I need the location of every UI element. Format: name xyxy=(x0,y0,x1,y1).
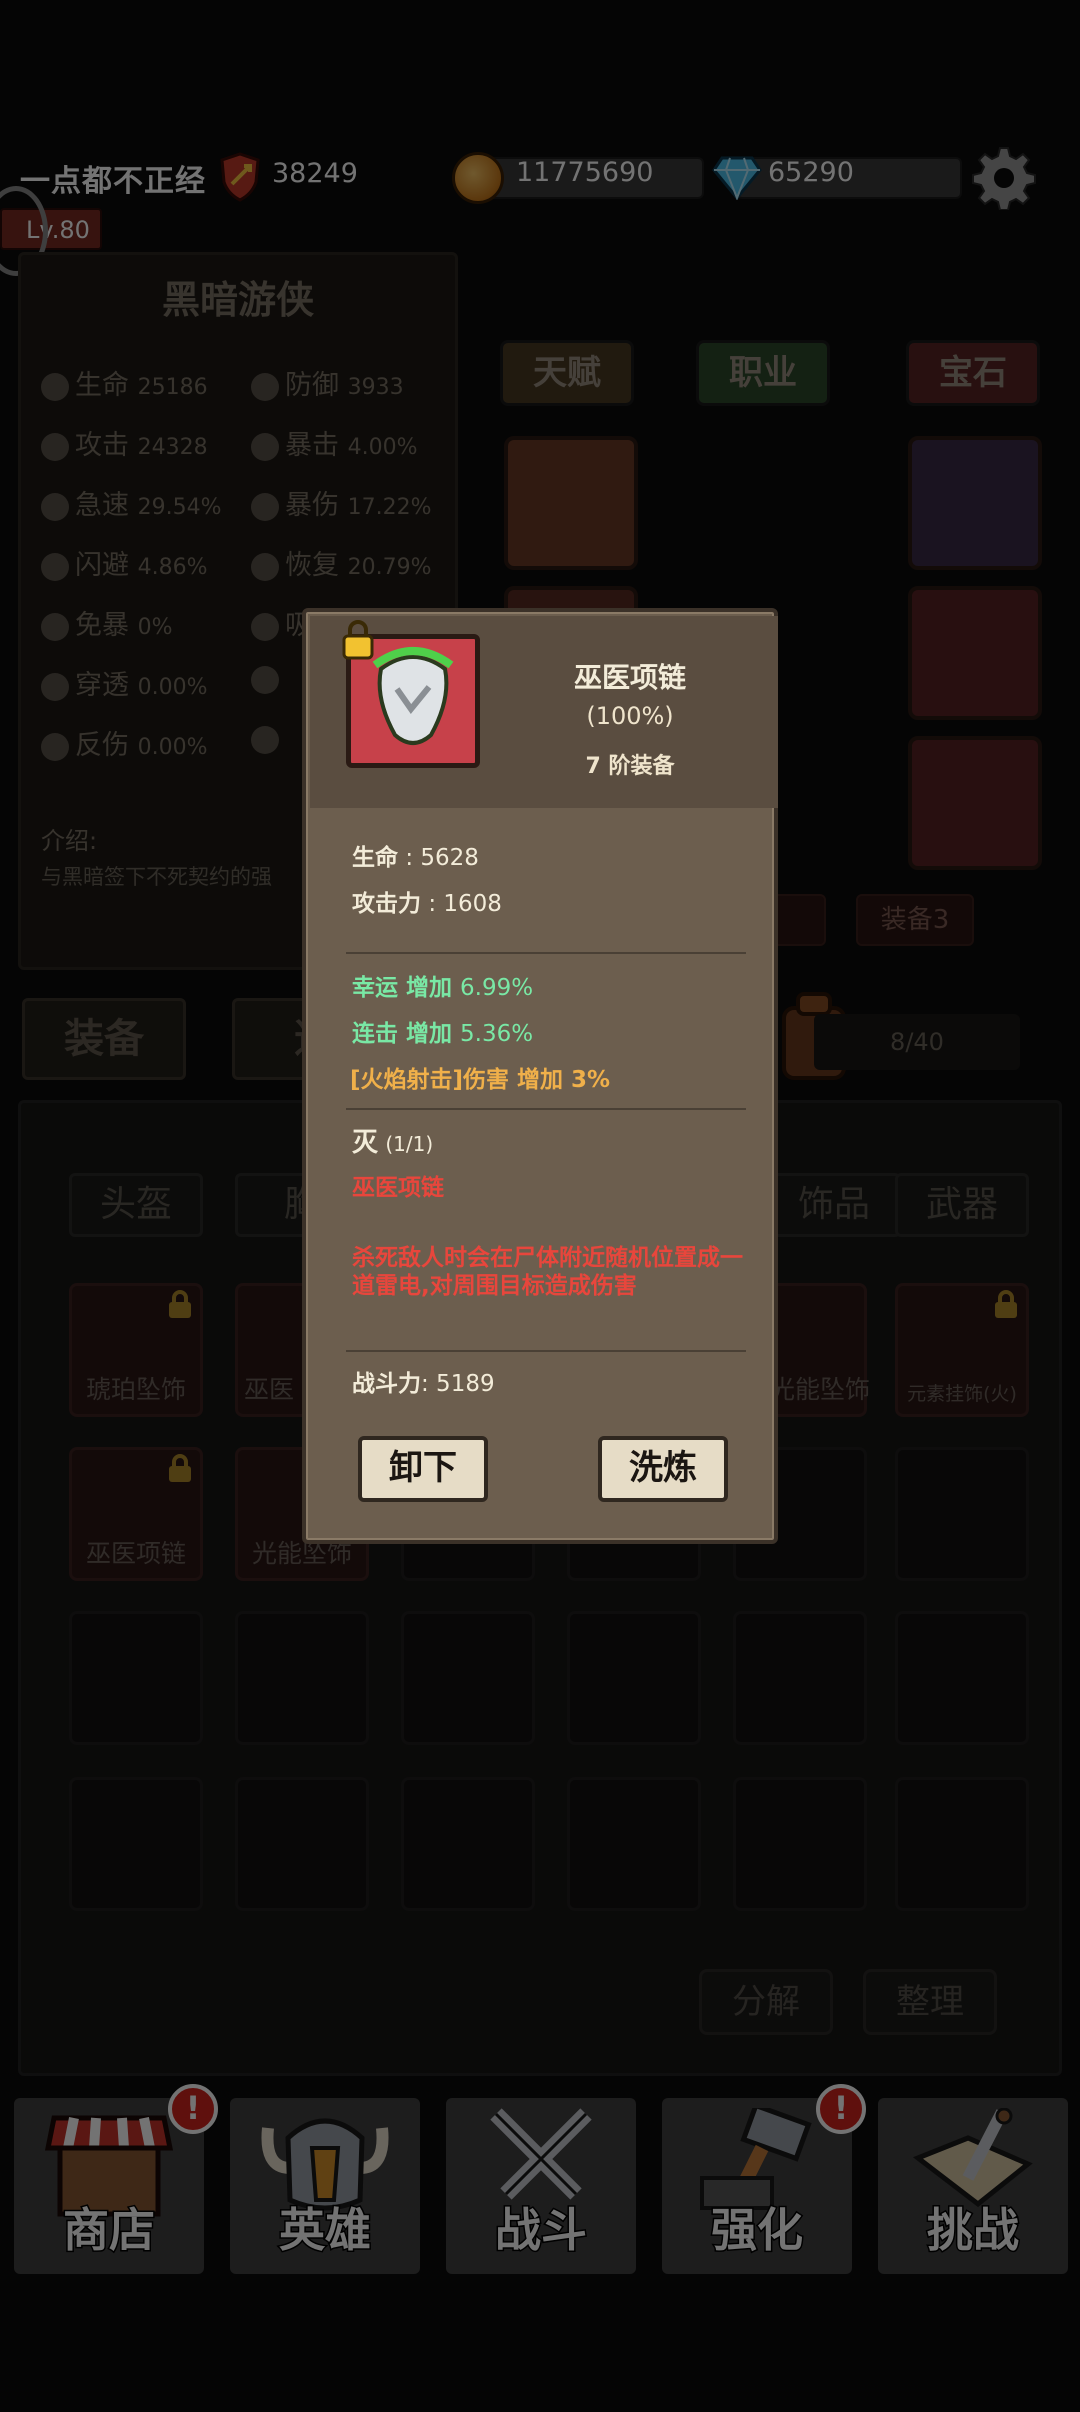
item-detail-popup: 巫医项链 (100%) 7 阶装备 生命 : 5628 攻击力 : 1608 幸… xyxy=(302,608,778,1544)
intro-text: 与黑暗签下不死契约的强 xyxy=(41,865,272,889)
inventory-item[interactable]: 光能坠饰 xyxy=(767,1283,870,1417)
category-accessory[interactable]: 饰品 xyxy=(767,1173,901,1237)
equip-preset-3[interactable]: 装备3 xyxy=(856,894,974,946)
player-name: 一点都不正经 xyxy=(20,164,206,199)
stat-def: 防御 3933 xyxy=(251,363,404,402)
inventory-item[interactable]: 巫医项链 xyxy=(69,1447,203,1581)
bonus-combo: 连击 增加 5.36% xyxy=(352,1021,534,1047)
inventory-slot-empty[interactable] xyxy=(235,1777,369,1911)
divider xyxy=(346,1350,746,1352)
tab-gem[interactable]: 宝石 xyxy=(906,340,1040,406)
category-helmet[interactable]: 头盔 xyxy=(69,1173,203,1237)
base-stat-hp: 生命 : 5628 xyxy=(352,845,479,871)
bonus-luck: 幸运 增加 6.99% xyxy=(352,975,534,1001)
set-description: 杀死敌人时会在尸体附近随机位置成一道雷电,对周围目标造成伤害 xyxy=(352,1245,743,1299)
item-tier: 7 阶装备 xyxy=(585,754,675,779)
diamond-icon xyxy=(712,156,762,200)
coin-icon xyxy=(452,152,504,204)
hero-name: 黑暗游侠 xyxy=(161,278,314,322)
unequip-button[interactable]: 卸下 xyxy=(358,1436,488,1502)
inventory-slot-empty[interactable] xyxy=(733,1777,867,1911)
stat-atk: 攻击 24328 xyxy=(41,423,208,462)
special-effect: [火焰射击]伤害 增加 3% xyxy=(350,1067,611,1093)
inventory-slot-empty[interactable] xyxy=(895,1611,1029,1745)
lock-icon[interactable] xyxy=(340,620,376,660)
stat-hp: 生命 25186 xyxy=(41,363,208,402)
divider xyxy=(346,952,746,954)
inventory-item[interactable]: 元素挂饰(火) xyxy=(895,1283,1029,1417)
item-name: 巫医项链 xyxy=(573,661,686,694)
equip-slot-necklace[interactable] xyxy=(908,586,1042,720)
inventory-slot-empty[interactable] xyxy=(235,1611,369,1745)
base-stat-atk: 攻击力 : 1608 xyxy=(352,891,502,917)
stat-crit: 暴击 4.00% xyxy=(251,423,417,462)
divider xyxy=(346,1108,746,1110)
intro-label: 介绍: xyxy=(41,827,98,855)
equip-slot-ring[interactable] xyxy=(908,436,1042,570)
top-bar: 一点都不正经 38249 11775690 65290 Lv.80 xyxy=(0,140,1080,250)
gem-value: 65290 xyxy=(768,157,854,188)
tab-talent[interactable]: 天赋 xyxy=(500,340,634,406)
combat-power: 战斗力: 5189 xyxy=(352,1371,495,1397)
alert-badge: ! xyxy=(816,2084,866,2134)
stat-pierce: 穿透 0.00% xyxy=(41,663,207,702)
inventory-slot-empty[interactable] xyxy=(567,1777,701,1911)
power-value: 38249 xyxy=(272,158,358,189)
popup-header: 巫医项链 (100%) 7 阶装备 xyxy=(310,616,778,808)
inventory-slot-empty[interactable] xyxy=(401,1611,535,1745)
nav-upgrade[interactable]: 强化 ! xyxy=(662,2084,866,2274)
inventory-item[interactable]: 琥珀坠饰 xyxy=(69,1283,203,1417)
refine-button[interactable]: 洗炼 xyxy=(598,1436,728,1502)
stat-regen: 恢复 20.79% xyxy=(251,543,431,582)
stat-reflect: 反伤 0.00% xyxy=(41,723,207,762)
inventory-slot-empty[interactable] xyxy=(895,1447,1029,1581)
stat-combo xyxy=(251,723,285,754)
inventory-slot-empty[interactable] xyxy=(69,1777,203,1911)
set-header: 灭 (1/1) xyxy=(352,1128,434,1158)
item-quality-percent: (100%) xyxy=(586,702,674,730)
category-weapon[interactable]: 武器 xyxy=(895,1173,1029,1237)
shield-icon xyxy=(220,152,260,202)
nav-hero[interactable]: 英雄 xyxy=(230,2098,420,2274)
equip-slot-weapon[interactable] xyxy=(908,736,1042,870)
lock-icon xyxy=(169,1290,191,1318)
lock-icon xyxy=(169,1454,191,1482)
sort-button[interactable]: 整理 xyxy=(863,1969,997,2035)
nav-challenge[interactable]: 挑战 xyxy=(878,2098,1068,2274)
nav-shop[interactable]: 商店 ! xyxy=(14,2084,218,2274)
stat-haste: 急速 29.54% xyxy=(41,483,221,522)
tab-equipment[interactable]: 装备 xyxy=(22,998,186,1080)
gear-icon[interactable] xyxy=(972,146,1036,210)
inventory-slot-empty[interactable] xyxy=(895,1777,1029,1911)
decompose-button[interactable]: 分解 xyxy=(699,1969,833,2035)
set-item: 巫医项链 xyxy=(352,1175,444,1201)
equip-slot-helmet[interactable] xyxy=(504,436,638,570)
lock-icon xyxy=(995,1290,1017,1318)
bottom-nav: 商店 ! 英雄 战斗 强化 ! 挑战 xyxy=(0,2084,1080,2290)
nav-battle[interactable]: 战斗 xyxy=(446,2098,636,2274)
tab-class[interactable]: 职业 xyxy=(696,340,830,406)
inventory-slot-empty[interactable] xyxy=(567,1611,701,1745)
inventory-slot-empty[interactable] xyxy=(69,1611,203,1745)
inventory-count: 8/40 xyxy=(814,1014,1020,1070)
alert-badge: ! xyxy=(168,2084,218,2134)
inventory-slot-empty[interactable] xyxy=(733,1611,867,1745)
stat-crit-resist: 免暴 0% xyxy=(41,603,173,642)
coin-value: 11775690 xyxy=(516,157,654,188)
stat-dodge: 闪避 4.86% xyxy=(41,543,207,582)
inventory-slot-empty[interactable] xyxy=(401,1777,535,1911)
stat-luck xyxy=(251,663,285,694)
stat-crit-dmg: 暴伤 17.22% xyxy=(251,483,431,522)
